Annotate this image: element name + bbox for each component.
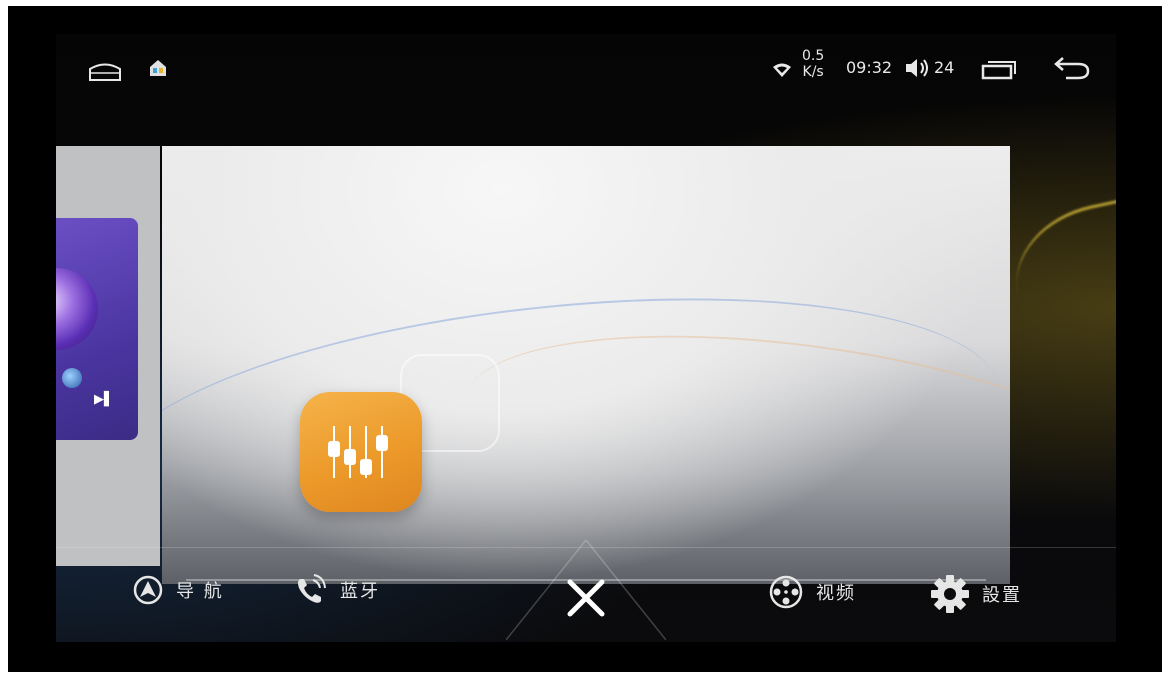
home-app-icon[interactable]: [148, 58, 168, 82]
next-track-icon[interactable]: ▶︎▌: [94, 392, 114, 407]
dock-bluetooth-label: 蓝牙: [340, 581, 380, 602]
background-streak: [1003, 186, 1116, 365]
network-speed-unit: K/s: [802, 64, 824, 80]
dock-navigation-button[interactable]: 导 航: [132, 574, 224, 606]
gear-icon: [931, 575, 969, 613]
recents-icon[interactable]: [980, 60, 1018, 84]
dock-video-label: 视频: [816, 583, 856, 604]
back-arrow-icon[interactable]: [1052, 56, 1092, 86]
device-screen: 0.5 K/s 09:32 24 ▶︎▌ 导 航 蓝牙 视频 設置: [8, 6, 1162, 672]
close-x-icon: [567, 579, 605, 617]
film-reel-icon: [769, 575, 803, 609]
close-all-button[interactable]: [562, 574, 610, 622]
equalizer-app-icon[interactable]: [300, 392, 422, 512]
display-area: 0.5 K/s 09:32 24 ▶︎▌ 导 航 蓝牙 视频 設置: [56, 34, 1116, 642]
wifi-icon: [772, 62, 792, 82]
recent-app-card[interactable]: [162, 146, 1010, 584]
dock-settings-button[interactable]: 設置: [930, 574, 1022, 614]
bluetooth-phone-icon: [298, 574, 326, 603]
album-art: [56, 268, 98, 350]
navigation-arrow-icon: [133, 575, 163, 605]
dock-navigation-label: 导 航: [176, 581, 224, 602]
volume-level: 24: [934, 58, 955, 77]
artist-avatar: [62, 368, 82, 388]
music-widget[interactable]: ▶︎▌: [56, 218, 138, 440]
dock-settings-label: 設置: [982, 585, 1022, 606]
clock-time: 09:32: [846, 58, 893, 77]
volume-icon[interactable]: [904, 56, 932, 84]
network-speed-value: 0.5: [802, 48, 825, 64]
dock-bluetooth-button[interactable]: 蓝牙: [294, 574, 380, 606]
close-area: [506, 540, 666, 640]
network-speed: 0.5 K/s: [802, 48, 824, 80]
equalizer-icon: [328, 426, 388, 478]
dock-video-button[interactable]: 视频: [768, 574, 856, 610]
home-outline-icon[interactable]: [88, 60, 122, 86]
